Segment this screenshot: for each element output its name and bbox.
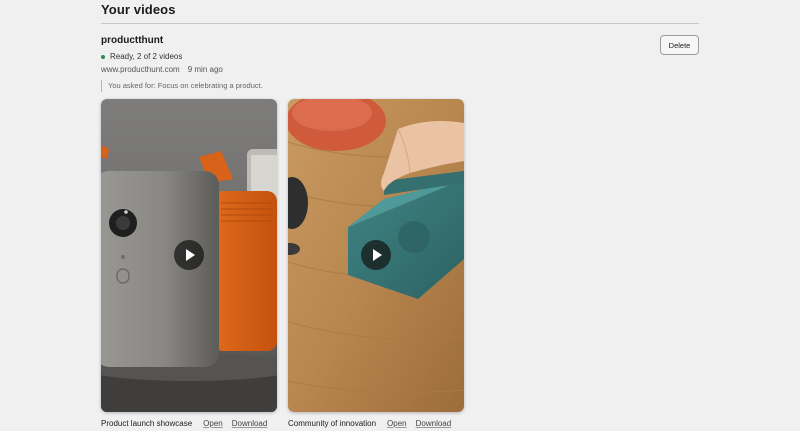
prompt-note: You asked for: Focus on celebrating a pr… [101,80,263,92]
download-link-2[interactable]: Download [416,419,452,428]
open-link-1[interactable]: Open [203,419,223,428]
video-caption-row-2: Community of innovation Open Download [288,417,451,429]
play-button-2[interactable] [361,240,391,270]
delete-button[interactable]: Delete [660,35,699,55]
video-thumbnail-1[interactable] [101,99,277,412]
section-divider [101,23,699,24]
video-thumbnail-2[interactable] [288,99,464,412]
section-title: Your videos [101,2,176,17]
project-name: productthunt [101,35,164,46]
source-url: www.producthunt.com [101,65,180,74]
play-icon [373,249,382,261]
open-link-2[interactable]: Open [387,419,407,428]
status-row: Ready, 2 of 2 videos [101,51,182,62]
play-icon [186,249,195,261]
play-button-1[interactable] [174,240,204,270]
meta-row: www.producthunt.com 9 min ago [101,65,223,74]
status-dot [101,54,105,59]
download-link-1[interactable]: Download [232,419,268,428]
video-caption-row-1: Product launch showcase Open Download [101,417,267,429]
timestamp: 9 min ago [187,65,223,74]
status-text: Ready, 2 of 2 videos [110,52,183,61]
video-title-1: Product launch showcase [101,418,193,428]
video-title-2: Community of innovation [288,418,377,428]
